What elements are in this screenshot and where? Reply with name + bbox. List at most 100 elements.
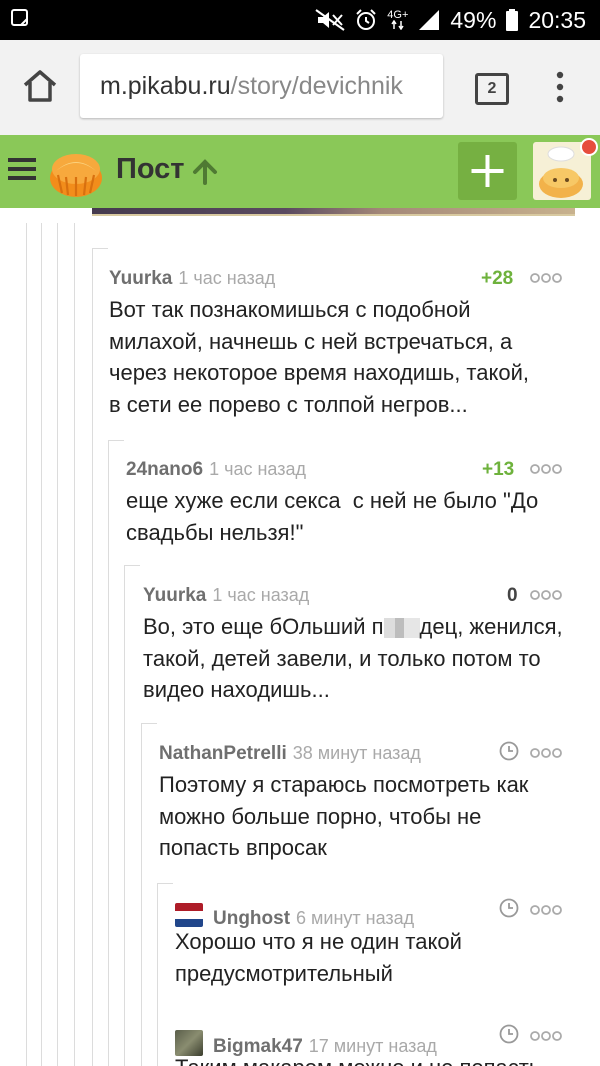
- comment-header: NathanPetrelli 38 минут назад: [159, 743, 421, 767]
- comment-text: Вот так познакомишься с подобной милахой,…: [109, 294, 529, 420]
- comment-author[interactable]: 24nano6: [126, 459, 203, 481]
- comment-text: Во, это еще бОльший п дец, женился, такой,…: [143, 611, 563, 706]
- netherlands-flag-icon: [175, 903, 203, 927]
- clock-icon[interactable]: [499, 741, 519, 761]
- comment-rating: 0: [507, 585, 518, 606]
- plus-icon: [471, 155, 504, 187]
- alarm-icon: [356, 9, 376, 30]
- comment-time[interactable]: 1 час назад: [212, 585, 309, 606]
- comment-rating: +28: [481, 268, 514, 289]
- comment-time[interactable]: 38 минут назад: [293, 743, 421, 764]
- comment-text: Поэтому я стараюсь посмотреть как можно б…: [159, 769, 528, 864]
- scroll-up-arrow-icon[interactable]: [192, 159, 218, 185]
- address-bar[interactable]: m.pikabu.ru/story/devichnik: [80, 54, 443, 118]
- comment: Yuurka 1 час назад +28 Вот так познакоми…: [109, 268, 569, 428]
- more-options-icon[interactable]: [530, 747, 562, 759]
- thread-line: [41, 223, 42, 1066]
- comment-line: такой, детей завели, и только потом то: [143, 645, 541, 671]
- browser-toolbar: m.pikabu.ru/story/devichnik 2: [0, 40, 600, 135]
- post-image-border: [92, 214, 575, 216]
- url-text: m.pikabu.ru/story/devichnik: [100, 72, 403, 101]
- comment-text: еще хуже если секса с ней не было "До сва…: [126, 485, 538, 548]
- comment-header: Yuurka 1 час назад: [143, 585, 309, 609]
- more-options-icon[interactable]: [530, 272, 562, 284]
- censor-blur: [383, 618, 420, 639]
- comment-line: Таким макаром можно и не попасть: [175, 1052, 540, 1066]
- comment-line-part: дец, женился,: [419, 614, 563, 639]
- comment: Bigmak47 17 минут назад Таким макаром мо…: [175, 1024, 569, 1066]
- comment-line: свадьбы нельзя!": [126, 519, 304, 545]
- comment-line: через некоторое время находишь, такой,: [109, 360, 530, 385]
- thread-line: [26, 223, 27, 1066]
- thread-line: [108, 440, 109, 1066]
- comment: 24nano6 1 час назад +13 еще хуже если се…: [126, 459, 569, 559]
- clock-icon[interactable]: [499, 1024, 519, 1044]
- tab-switcher-button[interactable]: 2: [475, 73, 509, 105]
- more-options-icon[interactable]: [530, 463, 562, 475]
- comment-line: Во, это еще бОльший п дец, женился,: [143, 611, 563, 643]
- notification-badge[interactable]: [580, 138, 598, 156]
- comment-rating: +13: [482, 459, 515, 480]
- thread-branch: [157, 883, 173, 884]
- comment-line: в сети ее порево с толпой негров...: [109, 391, 468, 417]
- comment-header: Bigmak47 17 минут назад: [175, 1026, 437, 1057]
- comment-line: еще хуже если секса с ней не было "До: [126, 488, 539, 513]
- comment-line: предусмотрительный: [175, 960, 393, 986]
- thread-line: [92, 248, 93, 1066]
- comment-header: 24nano6 1 час назад: [126, 459, 306, 483]
- comment-line: милахой, начнешь с ней встречаться, а: [109, 328, 513, 354]
- more-options-icon[interactable]: [530, 1030, 562, 1042]
- thread-line: [124, 565, 125, 1066]
- thread-line: [157, 883, 158, 1066]
- comment-time[interactable]: 1 час назад: [178, 268, 275, 289]
- hamburger-menu-icon[interactable]: [8, 156, 36, 182]
- thread-line: [74, 223, 75, 1066]
- comment: Unghost 6 минут назад Хорошо что я не од…: [175, 898, 569, 1000]
- comment: NathanPetrelli 38 минут назад Поэтому я …: [159, 741, 569, 873]
- status-bar: 4G+ 49% 20:35: [0, 0, 600, 40]
- comment: Yuurka 1 час назад 0 Во, это еще бОльший…: [143, 585, 569, 715]
- thread-branch: [124, 565, 140, 566]
- comment-text: Таким макаром можно и не попасть: [175, 1052, 540, 1066]
- comment-line: можно больше порно, чтобы не: [159, 803, 482, 829]
- network-indicator: 4G+: [387, 10, 408, 30]
- comment-author[interactable]: Yuurka: [109, 268, 172, 290]
- clock-icon[interactable]: [499, 898, 519, 918]
- notification-icon: [11, 9, 28, 26]
- comment-line: Поэтому я стараюсь посмотреть как: [159, 772, 529, 797]
- comments-area: Yuurka 1 час назад +28 Вот так познакоми…: [0, 208, 600, 1066]
- signal-icon: [419, 10, 440, 30]
- more-options-icon[interactable]: [530, 589, 562, 601]
- clock-time: 20:35: [528, 6, 586, 33]
- comment-line-part: Во, это еще бОльший п: [143, 614, 384, 639]
- network-type: 4G+: [387, 9, 409, 21]
- comment-line: Хорошо что я не один такой: [175, 929, 462, 954]
- comment-author[interactable]: Yuurka: [143, 585, 206, 607]
- more-options-icon[interactable]: [530, 904, 562, 916]
- comment-line: попасть впросак: [159, 835, 327, 860]
- thread-line: [57, 223, 58, 1066]
- comment-line: Вот так познакомишься с подобной: [109, 297, 471, 322]
- mute-icon: [315, 9, 345, 31]
- comment-text: Хорошо что я не один такой предусмотрител…: [175, 926, 462, 989]
- add-post-button[interactable]: [458, 142, 517, 200]
- thread-line: [141, 723, 142, 1066]
- pikabu-logo-icon[interactable]: [46, 145, 106, 199]
- url-host: m.pikabu.ru: [100, 72, 231, 100]
- comment-header: Yuurka 1 час назад: [109, 268, 275, 292]
- comment-author[interactable]: NathanPetrelli: [159, 743, 287, 765]
- overflow-menu-icon[interactable]: [550, 70, 570, 104]
- battery-percent: 49%: [450, 6, 497, 33]
- thread-branch: [141, 723, 157, 724]
- url-path: /story/devichnik: [230, 72, 403, 100]
- battery-icon: [506, 9, 519, 31]
- comment-time[interactable]: 1 час назад: [209, 459, 306, 480]
- site-header: Пост: [0, 135, 600, 208]
- home-icon[interactable]: [22, 68, 58, 104]
- data-arrows-icon: [391, 20, 404, 30]
- thread-branch: [108, 440, 124, 441]
- comment-line: видео находишь...: [143, 677, 330, 702]
- page-title: Пост: [116, 153, 185, 185]
- thread-branch: [92, 248, 108, 249]
- comment-header: Unghost 6 минут назад: [175, 900, 414, 929]
